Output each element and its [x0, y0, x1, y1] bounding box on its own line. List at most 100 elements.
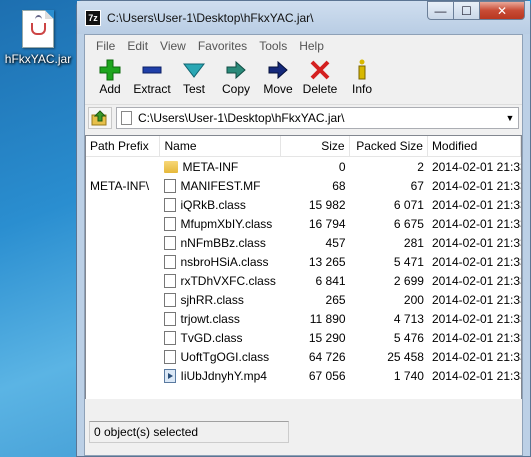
row-name-cell: IiUbJdnyhY.mp4	[160, 368, 280, 383]
add-button[interactable]: Add	[89, 56, 131, 96]
test-label: Test	[182, 82, 205, 96]
column-packed-size[interactable]: Packed Size	[350, 136, 428, 156]
row-name-cell: iQRkB.class	[160, 197, 280, 212]
row-size: 16 794	[308, 216, 346, 231]
path-combobox[interactable]: C:\Users\User-1\Desktop\hFkxYAC.jar\ ▼	[116, 106, 519, 129]
x-icon	[308, 58, 332, 82]
column-size[interactable]: Size	[281, 136, 350, 156]
column-path-prefix[interactable]: Path Prefix	[86, 136, 161, 156]
file-icon	[164, 311, 177, 326]
row-name-cell: trjowt.class	[160, 311, 280, 326]
row-modified: 2014-02-01 21:33	[431, 349, 521, 364]
copy-label: Copy	[221, 82, 250, 96]
file-row[interactable]: trjowt.class 11 890 4 713 2014-02-01 21:33	[86, 309, 521, 328]
row-packed-size: 25 458	[387, 349, 424, 364]
column-name[interactable]: Name	[160, 136, 281, 156]
row-name: iQRkB.class	[180, 197, 246, 212]
row-packed-size: 200	[403, 292, 424, 307]
row-packed-size: 1 740	[393, 368, 424, 383]
copy-button[interactable]: Copy	[215, 56, 257, 96]
row-name: trjowt.class	[180, 311, 240, 326]
file-icon	[164, 178, 177, 193]
file-icon	[164, 197, 177, 212]
path-text: C:\Users\User-1\Desktop\hFkxYAC.jar\	[138, 110, 345, 125]
file-row[interactable]: UoftTgOGI.class 64 726 25 458 2014-02-01 21…	[86, 347, 521, 366]
desktop-jar-file-icon[interactable]: hFkxYAC.jar	[2, 10, 74, 66]
file-row[interactable]: IiUbJdnyhY.mp4 67 056 1 740 2014-02-01 21:3…	[86, 366, 521, 385]
row-size: 0	[338, 159, 346, 174]
status-bar: 0 object(s) selected	[85, 399, 522, 455]
close-button[interactable]: ✕	[480, 1, 525, 20]
move-button[interactable]: Move	[257, 56, 299, 96]
row-modified: 2014-02-01 21:33	[431, 368, 521, 383]
file-icon	[164, 349, 177, 364]
row-name: sjhRR.class	[180, 292, 244, 307]
row-modified: 2014-02-01 21:33	[431, 197, 521, 212]
file-icon	[164, 235, 177, 250]
file-row[interactable]: MfupmXbIY.class 16 794 6 675 2014-02-01 21:…	[86, 214, 521, 233]
info-label: Info	[351, 82, 372, 96]
info-icon	[350, 58, 374, 82]
plus-icon	[98, 58, 122, 82]
row-name: rxTDhVXFC.class	[180, 273, 276, 288]
menu-help[interactable]: Help	[293, 39, 330, 53]
file-icon	[164, 330, 177, 345]
row-packed-size: 2 699	[393, 273, 424, 288]
row-size: 68	[332, 178, 346, 193]
file-row[interactable]: iQRkB.class 15 982 6 071 2014-02-01 21:33	[86, 195, 521, 214]
extract-label: Extract	[133, 82, 171, 96]
delete-button[interactable]: Delete	[299, 56, 341, 96]
address-bar: C:\Users\User-1\Desktop\hFkxYAC.jar\ ▼	[85, 104, 522, 130]
menu-bar: File Edit View Favorites Tools Help	[85, 35, 522, 56]
test-button[interactable]: Test	[173, 56, 215, 96]
file-row[interactable]: sjhRR.class 265 200 2014-02-01 21:33	[86, 290, 521, 309]
file-manager-window: 7z C:\Users\User-1\Desktop\hFkxYAC.jar\ …	[76, 0, 531, 457]
minus-icon	[140, 58, 164, 82]
row-name-cell: MfupmXbIY.class	[160, 216, 280, 231]
file-row[interactable]: TvGD.class 15 290 5 476 2014-02-01 21:33	[86, 328, 521, 347]
folder-icon	[164, 160, 179, 173]
chevron-down-icon[interactable]: ▼	[502, 113, 518, 123]
menu-view[interactable]: View	[154, 39, 192, 53]
file-row[interactable]: nNFmBBz.class 457 281 2014-02-01 21:33	[86, 233, 521, 252]
column-modified[interactable]: Modified	[428, 136, 521, 156]
row-name-cell: rxTDhVXFC.class	[160, 273, 280, 288]
row-size: 67 056	[308, 368, 346, 383]
file-row[interactable]: nsbroHSiA.class 13 265 5 471 2014-02-01 21:…	[86, 252, 521, 271]
delete-label: Delete	[302, 82, 338, 96]
file-row[interactable]: META-INF 0 2 2014-02-01 21:33	[86, 157, 521, 176]
extract-button[interactable]: Extract	[131, 56, 173, 96]
menu-file[interactable]: File	[90, 39, 121, 53]
row-modified: 2014-02-01 21:33	[431, 178, 521, 193]
move-arrow-icon	[266, 58, 290, 82]
document-icon	[121, 110, 132, 125]
row-size: 15 982	[308, 197, 346, 212]
file-icon	[164, 254, 177, 269]
title-bar[interactable]: 7z C:\Users\User-1\Desktop\hFkxYAC.jar\ …	[77, 1, 530, 34]
row-name: nsbroHSiA.class	[180, 254, 269, 269]
maximize-button[interactable]: ☐	[454, 1, 480, 20]
file-row[interactable]: META-INF\ MANIFEST.MF 68 67 2014-02-01 21:33	[86, 176, 521, 195]
info-button[interactable]: Info	[341, 56, 383, 96]
list-header: Path Prefix Name Size Packed Size Modifi…	[86, 136, 521, 157]
copy-arrow-icon	[224, 58, 248, 82]
row-name-cell: nNFmBBz.class	[160, 235, 280, 250]
up-folder-icon	[91, 109, 107, 125]
row-size: 11 890	[309, 311, 346, 326]
menu-edit[interactable]: Edit	[121, 39, 154, 53]
row-name: nNFmBBz.class	[180, 235, 266, 250]
up-folder-button[interactable]	[88, 106, 112, 129]
minimize-button[interactable]: —	[427, 1, 454, 20]
selection-status: 0 object(s) selected	[89, 421, 289, 443]
row-name-cell: META-INF	[160, 160, 280, 174]
file-list[interactable]: Path Prefix Name Size Packed Size Modifi…	[85, 135, 522, 435]
row-packed-size: 4 713	[393, 311, 424, 326]
menu-favorites[interactable]: Favorites	[192, 39, 253, 53]
row-size: 13 265	[308, 254, 346, 269]
window-title: C:\Users\User-1\Desktop\hFkxYAC.jar\	[107, 10, 314, 25]
check-icon	[182, 58, 206, 82]
menu-tools[interactable]: Tools	[253, 39, 293, 53]
move-label: Move	[263, 82, 293, 96]
row-modified: 2014-02-01 21:33	[431, 292, 521, 307]
file-row[interactable]: rxTDhVXFC.class 6 841 2 699 2014-02-01 21:3…	[86, 271, 521, 290]
